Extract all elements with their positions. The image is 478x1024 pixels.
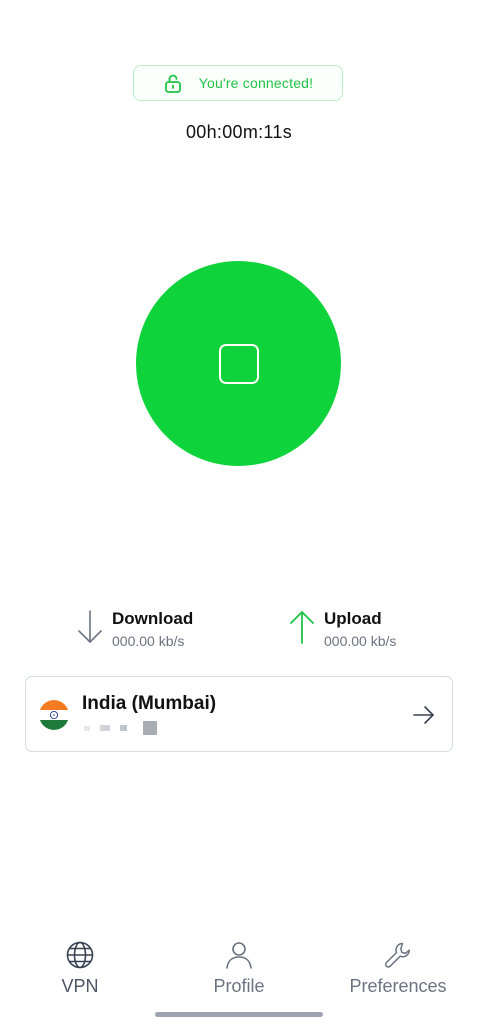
arrow-up-icon bbox=[290, 611, 314, 644]
upload-stat: Upload 000.00 kb/s bbox=[289, 606, 396, 649]
nav-tab-preferences[interactable]: Preferences bbox=[338, 940, 458, 997]
user-icon bbox=[226, 942, 252, 969]
server-selector[interactable]: India (Mumbai) bbox=[25, 676, 453, 752]
nav-label-preferences: Preferences bbox=[349, 976, 447, 996]
connection-status-badge: You're connected! bbox=[133, 65, 343, 101]
upload-label: Upload bbox=[324, 609, 382, 628]
globe-icon bbox=[66, 941, 94, 969]
home-indicator[interactable] bbox=[155, 1012, 323, 1017]
download-label: Download bbox=[112, 609, 194, 628]
nav-label-profile: Profile bbox=[213, 976, 265, 996]
connection-timer: 00h:00m:11s bbox=[185, 122, 293, 142]
nav-tab-profile[interactable]: Profile bbox=[199, 940, 279, 997]
stop-square-icon bbox=[218, 343, 259, 384]
arrow-right-icon bbox=[413, 706, 434, 724]
server-name: India (Mumbai) bbox=[82, 693, 217, 714]
download-stat: Download 000.00 kb/s bbox=[77, 606, 193, 649]
disconnect-button[interactable] bbox=[136, 261, 341, 466]
wrench-icon bbox=[385, 942, 410, 968]
bottom-navigation: VPN Profile Preferences bbox=[0, 940, 478, 1002]
connection-status-text: You're connected! bbox=[198, 75, 314, 91]
lock-open-icon bbox=[164, 74, 181, 93]
upload-speed: 000.00 kb/s bbox=[324, 633, 397, 649]
nav-tab-vpn[interactable]: VPN bbox=[50, 940, 110, 997]
download-speed: 000.00 kb/s bbox=[112, 633, 185, 649]
arrow-down-icon bbox=[78, 610, 102, 643]
india-flag-icon bbox=[39, 700, 69, 730]
server-ip-redacted bbox=[84, 721, 157, 735]
nav-label-vpn: VPN bbox=[61, 976, 99, 996]
